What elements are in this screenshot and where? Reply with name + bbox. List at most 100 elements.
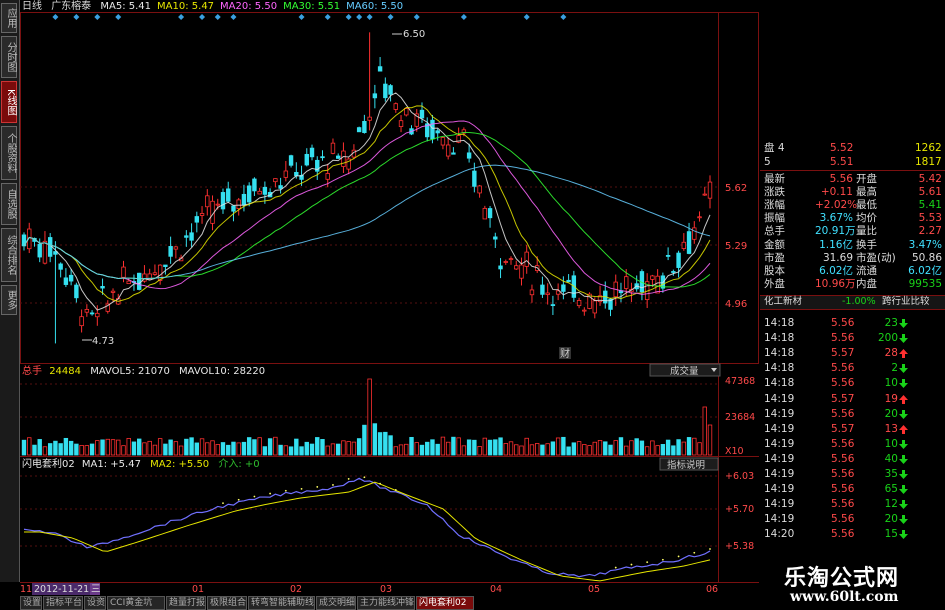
arrow-down-icon	[899, 409, 908, 419]
stat-value: 5.56	[829, 173, 853, 185]
volume-bar	[325, 445, 330, 456]
volume-bar	[624, 445, 629, 456]
tick-time: 14:20	[764, 528, 795, 541]
tick-time: 14:19	[764, 468, 795, 480]
indicator-tab-7[interactable]: 成交明细	[316, 596, 356, 610]
candle	[519, 257, 524, 286]
tick-price: 5.56	[831, 317, 855, 329]
indicator-help-button[interactable]: 指标说明	[659, 457, 719, 471]
candle	[194, 211, 200, 233]
indicator-tab-4[interactable]: 趋量打报	[166, 596, 206, 610]
candle	[84, 304, 90, 317]
signal-diamond	[52, 14, 59, 20]
tick-time: 14:19	[764, 498, 795, 511]
candle	[220, 188, 226, 214]
indicator-tab-9[interactable]: 闪电套利02	[416, 596, 474, 610]
indicator-tab-5[interactable]: 极限组合	[207, 596, 247, 610]
indicator-name: 闪电套利02	[22, 457, 75, 470]
tick-volume: 2	[891, 362, 898, 375]
volume-bar	[383, 431, 388, 456]
sector-name[interactable]: 化工新材	[764, 296, 802, 308]
stat-label: 涨幅	[764, 199, 785, 212]
left-tab-4[interactable]: 自选股	[1, 183, 17, 225]
candle	[89, 310, 95, 316]
volume-bar	[393, 446, 399, 456]
volume-bar	[189, 437, 194, 456]
volume-bar	[461, 445, 467, 456]
volume-bar	[178, 445, 184, 456]
indicator-tab-0[interactable]: 设置	[20, 596, 42, 610]
ask-label: 5	[764, 156, 771, 168]
candle	[63, 268, 69, 288]
indicator-tab-3[interactable]: CCI黄金坑	[107, 596, 165, 610]
candle	[58, 262, 63, 278]
candle	[576, 297, 582, 309]
volume-bar	[79, 445, 84, 456]
left-tab-0[interactable]: 应用	[1, 3, 17, 33]
mavol10-label: MAVOL10: 28220	[179, 366, 265, 377]
ask-price: 5.52	[830, 142, 854, 154]
candle	[487, 205, 493, 228]
low-price-label: 4.73	[92, 336, 114, 347]
volume-bar	[205, 442, 210, 456]
stat-value: 10.96万	[815, 277, 856, 290]
volume-bar	[320, 439, 325, 456]
left-tab-2[interactable]: K线图	[1, 81, 17, 123]
stat-label: 量比	[856, 225, 877, 238]
tick-volume: 35	[884, 468, 898, 480]
volume-bar	[524, 437, 529, 456]
tick-row: 14:18 5.57 28	[764, 347, 924, 359]
indicator-tab-1[interactable]: 指标平台	[43, 596, 83, 610]
stat-label: 涨跌	[764, 186, 785, 199]
kline-chart-area[interactable]: 5.62 5.29 4.96 6.50 4.73 财 总手 24484 MAVO…	[20, 0, 760, 596]
volume-bar	[519, 445, 524, 456]
left-tab-6[interactable]: 更多	[1, 285, 17, 315]
signal-diamond	[115, 14, 122, 20]
candle	[74, 282, 79, 303]
cross-industry-button[interactable]: 跨行业比较	[882, 296, 930, 308]
tick-price: 5.57	[831, 347, 855, 360]
tick-row: 14:18 5.56 2	[764, 362, 924, 374]
tick-row: 14:19 5.56 35	[764, 468, 924, 480]
candle	[226, 181, 231, 204]
indicator-tab-2[interactable]: 设资	[84, 596, 106, 610]
volume-bar	[168, 439, 173, 456]
left-tab-1[interactable]: 分时图	[1, 36, 17, 78]
volume-bar	[236, 442, 241, 456]
left-tab-3[interactable]: 个股资料	[1, 126, 17, 180]
volume-bar	[142, 442, 147, 456]
signal-dot	[646, 561, 649, 564]
volume-bar	[74, 443, 79, 456]
stat-label: 最新	[764, 173, 785, 185]
volume-bar	[267, 438, 273, 456]
volume-tick-1: 47368	[725, 376, 755, 387]
volume-type-dropdown[interactable]: 成交量	[649, 363, 721, 377]
candle	[540, 276, 545, 298]
tick-time: 14:19	[764, 513, 795, 526]
volume-bar	[414, 442, 419, 456]
indicator-tab-6[interactable]: 转弯智能辅助线	[248, 596, 315, 610]
signal-dot	[394, 489, 397, 491]
tick-time: 14:19	[764, 437, 795, 450]
ask-label: 盘 4	[764, 142, 785, 154]
candle	[398, 115, 404, 133]
volume-bar	[472, 439, 477, 456]
tick-price: 5.56	[831, 528, 855, 541]
signal-dot	[332, 484, 334, 486]
signal-dot	[300, 487, 303, 490]
candle	[545, 283, 550, 305]
candle	[121, 260, 126, 283]
candle	[676, 250, 681, 278]
volume-bar	[330, 443, 336, 456]
tick-row: 14:19 5.56 12	[764, 498, 924, 510]
ma-line-0	[23, 92, 711, 311]
left-tab-5[interactable]: 综合排名	[1, 228, 17, 282]
stat-value: 31.69	[822, 251, 853, 264]
candle	[634, 275, 639, 292]
volume-bar	[278, 444, 283, 456]
finance-marker[interactable]: 财	[560, 347, 570, 360]
indicator-tab-8[interactable]: 主力能线冲锋	[357, 596, 415, 610]
month-label-01: 01	[192, 584, 204, 595]
tick-row: 14:19 5.56 10	[764, 438, 924, 450]
signal-diamond	[356, 14, 363, 20]
